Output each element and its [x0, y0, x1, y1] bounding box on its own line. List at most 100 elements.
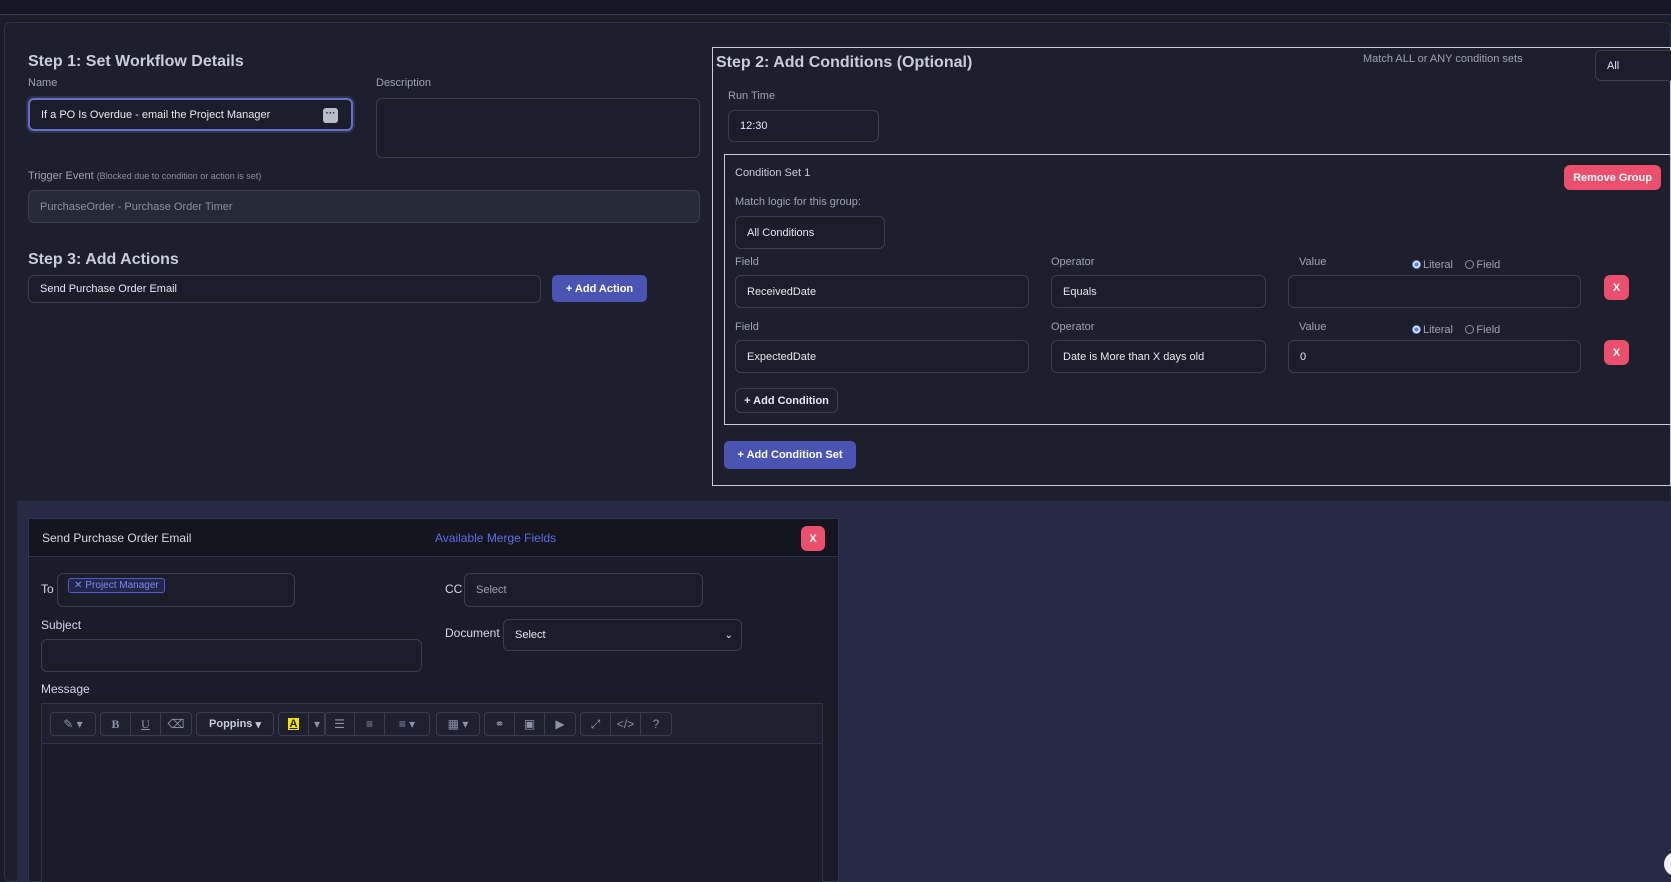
- cc-label: CC: [445, 582, 463, 596]
- condition-operator-value: Equals: [1063, 285, 1097, 298]
- condition-set-title: Condition Set 1: [735, 167, 811, 179]
- underline-icon[interactable]: U: [131, 713, 161, 735]
- match-logic-select[interactable]: All Conditions: [735, 216, 885, 249]
- match-logic-label: Match logic for this group:: [735, 196, 861, 208]
- cc-placeholder: Select: [476, 584, 507, 596]
- value-label: Value: [1299, 256, 1327, 268]
- description-textarea[interactable]: [376, 98, 700, 158]
- condition-field-select[interactable]: ReceivedDate: [735, 275, 1029, 308]
- condition-field-select[interactable]: ExpectedDate: [735, 340, 1029, 373]
- remove-group-button[interactable]: Remove Group: [1564, 165, 1661, 190]
- message-body[interactable]: [42, 744, 822, 882]
- document-select[interactable]: Select ⌄: [503, 619, 742, 651]
- to-chip-label: Project Manager: [85, 580, 159, 591]
- add-condition-set-button[interactable]: + Add Condition Set: [724, 441, 856, 469]
- condition-operator-select[interactable]: Date is More than X days old: [1051, 340, 1266, 373]
- toolbar-group-style: ✎ ▾: [50, 712, 96, 736]
- toolbar-group-misc: ⤢ </> ?: [580, 712, 672, 736]
- toolbar-group-format: B U ⌫: [100, 712, 192, 736]
- operator-label: Operator: [1051, 256, 1095, 268]
- subject-label: Subject: [41, 618, 82, 632]
- condition-operator-select[interactable]: Equals: [1051, 275, 1266, 308]
- trigger-note: (Blocked due to condition or action is s…: [96, 171, 262, 181]
- remove-chip-icon[interactable]: ✕: [74, 580, 82, 591]
- toolbar-group-font: Poppins ▾: [196, 712, 274, 736]
- editor-toolbar: ✎ ▾ B U ⌫ Poppins ▾ A ▾ ☰ ≡ ≡ ▾ ▦ ▾ ⚭ ▣ …: [42, 704, 822, 744]
- trigger-event-input: PurchaseOrder - Purchase Order Timer: [28, 190, 700, 223]
- email-card-header: Send Purchase Order Email Available Merg…: [29, 519, 838, 557]
- match-all-any-select[interactable]: All: [1595, 50, 1671, 81]
- remove-condition-button[interactable]: X: [1604, 275, 1629, 300]
- value-mode-radios: Literal Field: [1412, 320, 1508, 338]
- field-radio[interactable]: [1465, 325, 1475, 334]
- value-mode-radios: Literal Field: [1412, 255, 1508, 273]
- more-icon[interactable]: ···: [323, 108, 338, 123]
- literal-radio-label: Literal: [1423, 324, 1453, 336]
- email-card-title: Send Purchase Order Email: [42, 531, 192, 545]
- toolbar-group-para: ☰ ≡ ≡ ▾: [324, 712, 430, 736]
- run-time-label: Run Time: [728, 90, 776, 102]
- to-label: To: [41, 582, 54, 596]
- step3-heading: Step 3: Add Actions: [28, 251, 179, 268]
- condition-field-value: ExpectedDate: [747, 350, 817, 363]
- to-chip[interactable]: ✕ Project Manager: [68, 578, 165, 593]
- video-icon[interactable]: ▶: [545, 713, 575, 735]
- match-logic-value: All Conditions: [747, 226, 815, 239]
- field-radio-label: Field: [1476, 324, 1501, 336]
- table-icon[interactable]: ▦ ▾: [437, 713, 479, 735]
- field-radio[interactable]: [1465, 260, 1475, 269]
- literal-radio[interactable]: [1412, 260, 1421, 269]
- chevron-down-icon: ⌄: [724, 629, 733, 641]
- action-select[interactable]: Send Purchase Order Email: [28, 275, 541, 303]
- subject-input[interactable]: [41, 639, 422, 672]
- name-value: If a PO Is Overdue - email the Project M…: [41, 108, 271, 121]
- code-view-icon[interactable]: </>: [611, 713, 641, 735]
- action-value: Send Purchase Order Email: [40, 283, 177, 295]
- match-all-any-value: All: [1607, 59, 1620, 72]
- field-label: Field: [735, 321, 759, 333]
- condition-value: 0: [1300, 350, 1307, 363]
- font-family-dropdown[interactable]: Poppins ▾: [197, 713, 273, 735]
- name-input[interactable]: If a PO Is Overdue - email the Project M…: [28, 98, 353, 131]
- image-icon[interactable]: ▣: [515, 713, 545, 735]
- condition-value-input[interactable]: [1288, 275, 1581, 308]
- value-label: Value: [1299, 321, 1327, 333]
- help-icon[interactable]: ?: [641, 713, 671, 735]
- toolbar-group-table: ▦ ▾: [436, 712, 480, 736]
- unordered-list-icon[interactable]: ☰: [325, 713, 355, 735]
- help-label: ?: [652, 717, 660, 731]
- field-radio-label: Field: [1476, 259, 1501, 271]
- fullscreen-icon[interactable]: ⤢: [581, 713, 611, 735]
- merge-fields-link[interactable]: Available Merge Fields: [435, 531, 556, 545]
- email-action-card: Send Purchase Order Email Available Merg…: [28, 518, 839, 882]
- bold-icon[interactable]: B: [101, 713, 131, 735]
- cc-select[interactable]: Select: [464, 573, 703, 607]
- top-bar: [0, 0, 1671, 15]
- description-label: Description: [376, 77, 432, 89]
- name-label: Name: [28, 77, 58, 89]
- eraser-icon[interactable]: ⌫: [161, 713, 191, 735]
- run-time-input[interactable]: 12:30: [728, 110, 879, 142]
- condition-operator-value: Date is More than X days old: [1063, 350, 1205, 363]
- to-recipients-input[interactable]: ✕ Project Manager: [57, 573, 295, 607]
- toolbar-group-color: A ▾: [278, 712, 326, 736]
- text-color-icon[interactable]: A: [279, 713, 309, 735]
- close-email-card-button[interactable]: X: [801, 526, 825, 551]
- literal-radio[interactable]: [1412, 325, 1421, 334]
- toolbar-group-insert: ⚭ ▣ ▶: [484, 712, 576, 736]
- message-label: Message: [41, 682, 90, 696]
- link-icon[interactable]: ⚭: [485, 713, 515, 735]
- remove-condition-button[interactable]: X: [1604, 340, 1629, 365]
- operator-label: Operator: [1051, 321, 1095, 333]
- trigger-label: Trigger Event (Blocked due to condition …: [28, 170, 261, 182]
- step1-heading: Step 1: Set Workflow Details: [28, 53, 244, 70]
- add-action-button[interactable]: + Add Action: [552, 275, 647, 302]
- ordered-list-icon[interactable]: ≡: [355, 713, 385, 735]
- align-icon[interactable]: ≡ ▾: [385, 713, 429, 735]
- step2-heading: Step 2: Add Conditions (Optional): [716, 54, 973, 71]
- magic-wand-icon[interactable]: ✎ ▾: [51, 713, 95, 735]
- color-dropdown-icon[interactable]: ▾: [309, 713, 325, 735]
- document-value: Select: [515, 629, 546, 641]
- add-condition-button[interactable]: + Add Condition: [735, 388, 838, 413]
- condition-value-input[interactable]: 0: [1288, 340, 1581, 373]
